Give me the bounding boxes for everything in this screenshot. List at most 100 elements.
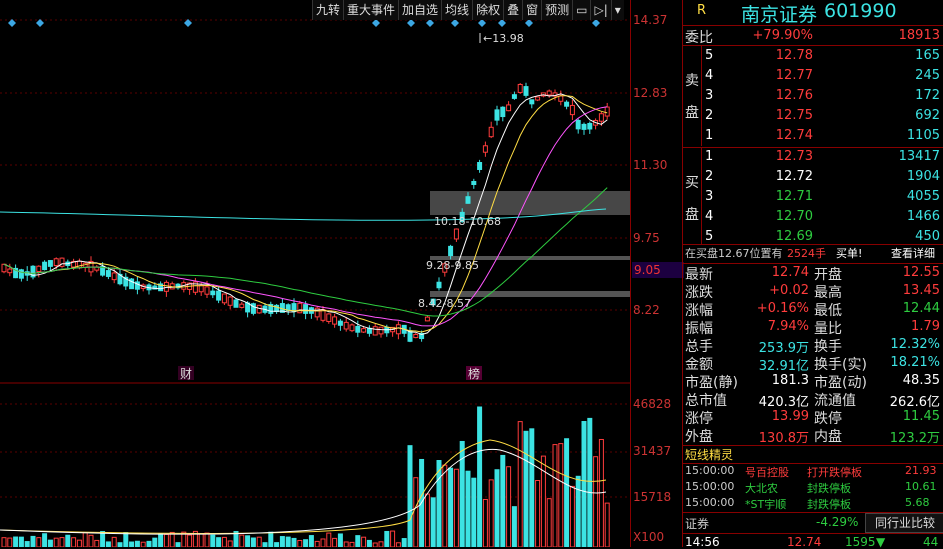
volume-bar xyxy=(494,469,500,547)
volume-bar xyxy=(13,536,19,547)
dropdown-arrow-icon[interactable]: ▾ xyxy=(610,0,624,20)
volume-bar xyxy=(581,421,587,547)
buy-book-row[interactable]: 3 12.71 4055 xyxy=(683,188,943,206)
volume-bar xyxy=(221,536,227,547)
candle-body xyxy=(372,326,378,336)
candle-body xyxy=(378,326,384,335)
genie-value: 5.68 xyxy=(905,496,930,509)
stat-row: 金额 32.91亿 换手(实) 18.21% xyxy=(683,354,943,374)
stock-code: 601990 xyxy=(824,0,897,22)
volume-bar xyxy=(366,539,372,547)
candle-body xyxy=(250,303,256,314)
genie-row[interactable]: 15:00:00 号百控股 打开跌停板 21.93 xyxy=(683,464,943,480)
stat-value: 181.3 xyxy=(771,373,809,388)
volume-bar xyxy=(558,443,564,547)
toolbar-jiuzhuan-button[interactable]: 九转 xyxy=(312,0,343,20)
candle-body xyxy=(47,260,53,267)
level-price: 12.73 xyxy=(775,149,813,164)
buy-book-row[interactable]: 4 12.70 1466 xyxy=(683,208,943,226)
candle-body xyxy=(349,324,355,332)
level-price: 12.75 xyxy=(775,108,813,123)
toolbar-exright-button[interactable]: 除权 xyxy=(472,0,503,20)
volume-unit: X100 xyxy=(633,530,665,544)
event-diamond-icon xyxy=(36,19,44,27)
stat-value: 12.32% xyxy=(890,337,940,352)
volume-bar xyxy=(274,542,280,547)
level-number: 3 xyxy=(705,189,714,204)
genie-row[interactable]: 15:00:00 大北农 封跌停板 10.61 xyxy=(683,480,943,496)
event-diamond-icon xyxy=(407,19,415,27)
notice-detail-link[interactable]: 查看详细 xyxy=(891,245,935,263)
kline-chart-svg[interactable]: ←13.98 10.18-10.68 9.28-9.85 8.42-8.57 财 榜 xyxy=(0,0,630,547)
current-price-tag: 9.05 xyxy=(632,262,684,278)
volume-bar xyxy=(129,541,135,547)
financial-report-marker: 财 xyxy=(180,367,192,381)
stat-label: 总市值 xyxy=(685,393,727,409)
genie-row[interactable]: 15:00:00 *ST宇顺 封跌停板 5.68 xyxy=(683,496,943,512)
event-diamond-icon xyxy=(372,19,380,27)
sell-book-row[interactable]: 4 12.77 245 xyxy=(683,67,943,85)
volume-bar xyxy=(123,532,129,547)
volume-bar xyxy=(30,535,36,547)
price-axis: 14.37 12.83 11.30 9.75 8.22 9.05 46828 3… xyxy=(630,0,684,547)
stat-row: 总市值 420.3亿 流通值 262.6亿 xyxy=(683,390,943,410)
toolbar-overlay-button[interactable]: 叠 xyxy=(503,0,522,20)
stat-row: 总手 253.9万 换手 12.32% xyxy=(683,336,943,356)
volume-bar xyxy=(1,537,7,547)
lock-icon[interactable]: ▭ xyxy=(572,0,590,20)
volume-bar xyxy=(593,456,599,547)
volume-bar xyxy=(7,537,13,547)
notice-text: 在买盘12.67位置有 xyxy=(685,247,783,260)
level-price: 12.78 xyxy=(775,48,813,63)
genie-event: 打开跌停板 xyxy=(807,466,862,479)
candle-body xyxy=(517,83,523,93)
volume-tick: 15718 xyxy=(633,490,672,504)
volume-bar xyxy=(134,540,140,547)
volume-bar xyxy=(239,534,245,547)
stat-value: 13.99 xyxy=(771,409,809,424)
level-number: 2 xyxy=(705,169,714,184)
candle-body xyxy=(581,123,587,130)
industry-compare-button[interactable]: 同行业比较 xyxy=(865,513,943,533)
toolbar-ma-button[interactable]: 均线 xyxy=(441,0,472,20)
sell-book-row[interactable]: 5 12.78 165 xyxy=(683,47,943,65)
sell-book-row[interactable]: 1 12.74 1105 xyxy=(683,127,943,145)
kline-chart-area[interactable]: ←13.98 10.18-10.68 9.28-9.85 8.42-8.57 财 榜 九转… xyxy=(0,0,630,547)
volume-bar xyxy=(372,542,378,547)
sell-book-row[interactable]: 3 12.76 172 xyxy=(683,87,943,105)
buy-book-row[interactable]: 1 12.73 13417 xyxy=(683,148,943,166)
candle-body xyxy=(511,94,517,99)
volume-bar xyxy=(471,477,477,547)
candle-body xyxy=(204,286,210,295)
volume-bar xyxy=(111,536,117,547)
volume-bar xyxy=(511,506,517,547)
sell-book-row[interactable]: 2 12.75 692 xyxy=(683,107,943,125)
candle-body xyxy=(598,113,604,122)
level-number: 4 xyxy=(705,209,714,224)
toolbar-window-button[interactable]: 窗 xyxy=(522,0,541,20)
stat-value: 12.74 xyxy=(771,265,809,280)
volume-bar xyxy=(424,493,430,547)
stat-row: 涨幅 +0.16% 最低 12.44 xyxy=(683,300,943,319)
volume-bar xyxy=(575,475,581,547)
volume-bar xyxy=(535,479,541,547)
buy-book-row[interactable]: 2 12.72 1904 xyxy=(683,168,943,186)
toolbar-add-watchlist-button[interactable]: 加自选 xyxy=(398,0,441,20)
volume-bar xyxy=(216,537,222,547)
volume-bar xyxy=(152,537,158,547)
step-forward-icon[interactable]: ▷| xyxy=(590,0,610,20)
stat-label: 内盘 xyxy=(814,429,842,445)
volume-bar xyxy=(76,539,82,547)
volume-bar xyxy=(552,444,558,547)
candle-body xyxy=(297,302,303,314)
volume-bar xyxy=(343,541,349,547)
level-price: 12.76 xyxy=(775,88,813,103)
toolbar-major-events-button[interactable]: 重大事件 xyxy=(343,0,398,20)
candle-body xyxy=(564,101,570,107)
volume-bar xyxy=(378,541,384,547)
toolbar-forecast-button[interactable]: 预测 xyxy=(541,0,572,20)
level-number: 5 xyxy=(705,229,714,244)
volume-bar xyxy=(47,539,53,547)
price-tick: 9.75 xyxy=(633,231,660,245)
candle-body xyxy=(395,324,401,335)
